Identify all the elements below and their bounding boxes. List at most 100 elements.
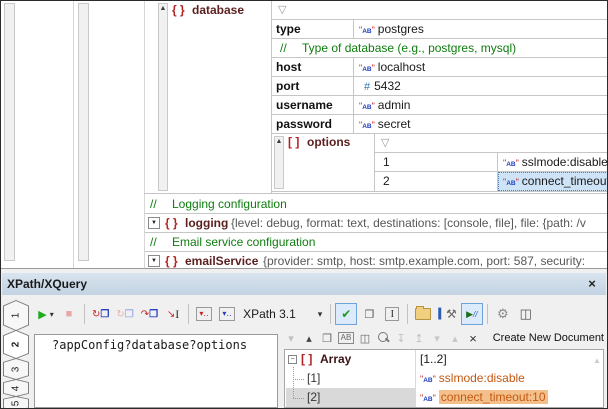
evaluate-selection-button[interactable]: ↷❐ bbox=[138, 303, 161, 325]
password-key-cell[interactable]: password bbox=[272, 115, 354, 133]
settings-button[interactable]: ⚙ bbox=[492, 303, 514, 325]
host-row[interactable]: host "AB"localhost bbox=[272, 58, 607, 77]
tab-5[interactable]: 5 bbox=[3, 396, 29, 409]
nav-down-icon[interactable]: ▾ bbox=[284, 332, 298, 345]
options-filter-row[interactable]: ▽ bbox=[375, 134, 607, 153]
trace-execution-toggle[interactable]: ▶// bbox=[461, 303, 483, 325]
item-value-cell[interactable]: "AB"connect_timeout:10 bbox=[420, 388, 548, 408]
folder-icon bbox=[415, 308, 431, 320]
password-value-cell[interactable]: "AB"secret bbox=[354, 115, 607, 133]
collapse-bar-appconfig[interactable] bbox=[78, 3, 89, 261]
filter-row[interactable]: ▽ bbox=[272, 1, 607, 20]
options-cell[interactable]: ▲ [ ] options bbox=[272, 134, 375, 191]
locate-in-editor-button[interactable]: ↘I bbox=[162, 303, 184, 325]
type-key-cell[interactable]: type bbox=[272, 20, 354, 38]
chevron-down-icon: ▾ bbox=[318, 309, 323, 320]
evaluate-disabled-button[interactable]: ↻❐ bbox=[113, 303, 136, 325]
expression-history-forward-button[interactable]: ▾‥ bbox=[216, 303, 238, 325]
username-value-cell[interactable]: "AB"admin bbox=[354, 96, 607, 114]
database-key[interactable]: database bbox=[192, 3, 244, 17]
clear-icon[interactable]: × bbox=[466, 331, 480, 346]
expression-editor[interactable]: ?appConfig?database?options bbox=[34, 334, 278, 408]
options-key[interactable]: options bbox=[307, 135, 350, 149]
password-row[interactable]: password "AB"secret bbox=[272, 115, 607, 134]
options-item-row-1[interactable]: 1 "AB"sslmode:disable bbox=[375, 153, 607, 172]
array-row[interactable]: − [ ] Array [1..2] ▲ bbox=[285, 350, 603, 369]
host-key-cell[interactable]: host bbox=[272, 58, 354, 76]
panel-header[interactable]: XPath/XQuery × bbox=[2, 273, 606, 295]
search-icon[interactable] bbox=[376, 332, 390, 345]
layout-button[interactable]: ◫ bbox=[515, 303, 537, 325]
collapse-box-icon[interactable]: − bbox=[288, 355, 297, 364]
username-key-cell[interactable]: username bbox=[272, 96, 354, 114]
string-type-icon: "AB" bbox=[359, 96, 375, 114]
filter-funnel-icon[interactable]: ▽ bbox=[381, 134, 389, 152]
stop-button[interactable]: ■ bbox=[58, 303, 80, 325]
index-cell[interactable]: 1 bbox=[375, 153, 498, 171]
window-icon: ❐ bbox=[364, 308, 374, 321]
logging-row[interactable]: ▼ { } logging {level: debug, format: tex… bbox=[145, 214, 607, 233]
expand-button[interactable]: ▼ bbox=[148, 255, 160, 267]
find-prev-icon[interactable]: ↥ bbox=[412, 332, 426, 345]
brackets-icon: ❐ bbox=[125, 309, 134, 320]
close-icon[interactable]: × bbox=[584, 273, 600, 295]
language-selector[interactable]: XPath 3.1 ▾ bbox=[239, 307, 326, 321]
option-2-value-cell-selected[interactable]: "AB"connect_timeout:10 bbox=[498, 172, 607, 191]
tab-3[interactable]: 3 bbox=[3, 358, 29, 380]
number-type-icon: # bbox=[364, 81, 370, 93]
find-next-icon[interactable]: ↧ bbox=[394, 332, 408, 345]
row-divider bbox=[144, 193, 607, 194]
move-down-icon[interactable]: ▾ bbox=[430, 332, 444, 345]
create-new-document-link[interactable]: Create New Document bbox=[493, 332, 606, 344]
tab-2-active[interactable]: 2 bbox=[3, 330, 29, 359]
collapse-bar-options[interactable]: ▲ bbox=[274, 136, 284, 189]
username-row[interactable]: username "AB"admin bbox=[272, 96, 607, 115]
port-value-cell[interactable]: #5432 bbox=[354, 77, 607, 95]
tab-4[interactable]: 4 bbox=[3, 379, 29, 397]
move-up-icon[interactable]: ▴ bbox=[448, 332, 462, 345]
expression-tab-strip: 1 2 3 4 5 6 bbox=[3, 300, 31, 409]
port-key-cell[interactable]: port bbox=[272, 77, 354, 95]
email-comment-row[interactable]: // Email service configuration bbox=[145, 233, 607, 252]
database-cell[interactable]: ▲ { } database bbox=[145, 1, 271, 193]
framed-a-icon[interactable]: AB bbox=[338, 332, 354, 344]
collapse-bar-root[interactable] bbox=[4, 3, 15, 261]
options-item-row-2[interactable]: 2 "AB"connect_timeout:10 bbox=[375, 172, 607, 191]
string-type-icon: "AB" bbox=[420, 369, 436, 390]
expression-history-back-button[interactable]: ▾‥ bbox=[193, 303, 215, 325]
toolbar-separator bbox=[188, 304, 189, 324]
results-window-button[interactable]: ❐ bbox=[358, 303, 380, 325]
logging-key[interactable]: logging bbox=[185, 214, 228, 233]
copy-window-icon[interactable]: ❐ bbox=[320, 332, 334, 345]
object-braces: { } bbox=[165, 214, 178, 233]
type-row[interactable]: type "AB"postgres bbox=[272, 20, 607, 39]
host-value-cell[interactable]: "AB"localhost bbox=[354, 58, 607, 76]
collapse-bar-database[interactable]: ▲ bbox=[158, 3, 168, 191]
scroll-up-icon[interactable]: ▲ bbox=[593, 351, 601, 370]
filter-funnel-icon[interactable]: ▽ bbox=[278, 1, 286, 19]
validate-expression-toggle[interactable]: ✔ bbox=[335, 303, 357, 325]
emailservice-key[interactable]: emailService bbox=[185, 252, 258, 268]
result-item-row-1[interactable]: [1] "AB"sslmode:disable bbox=[285, 369, 603, 388]
expand-button[interactable]: ▼ bbox=[148, 217, 160, 229]
type-comment-row[interactable]: // Type of database (e.g., postgres, mys… bbox=[272, 39, 607, 58]
item-value-cell[interactable]: "AB"sslmode:disable bbox=[420, 369, 525, 390]
tab-1[interactable]: 1 bbox=[3, 300, 29, 331]
option-1-value-cell[interactable]: "AB"sslmode:disable bbox=[498, 153, 607, 171]
evaluate-run-button[interactable]: ▶ ▾ bbox=[35, 303, 57, 325]
setup-tools-button[interactable]: ▍⚒ bbox=[435, 303, 459, 325]
type-value-cell[interactable]: "AB"postgres bbox=[354, 20, 607, 38]
emailservice-row[interactable]: ▼ { } emailService {provider: smtp, host… bbox=[145, 252, 607, 268]
options-block: ▲ [ ] options ▽ 1 "AB"sslmode:disable bbox=[272, 134, 607, 192]
port-row[interactable]: port #5432 bbox=[272, 77, 607, 96]
logging-summary: {level: debug, format: text, destination… bbox=[231, 214, 586, 233]
reload-file-button[interactable] bbox=[412, 303, 434, 325]
columns-icon[interactable]: ◫ bbox=[358, 332, 372, 345]
comment-slashes: // bbox=[150, 195, 157, 214]
logging-comment-row[interactable]: // Logging configuration bbox=[145, 195, 607, 214]
result-item-row-2-selected[interactable]: [2] "AB"connect_timeout:10 bbox=[285, 388, 603, 407]
evaluate-on-edit-button[interactable]: ↻❐ bbox=[89, 303, 112, 325]
text-view-button[interactable]: I bbox=[381, 303, 403, 325]
index-cell[interactable]: 2 bbox=[375, 172, 498, 191]
nav-up-icon[interactable]: ▴ bbox=[302, 332, 316, 345]
